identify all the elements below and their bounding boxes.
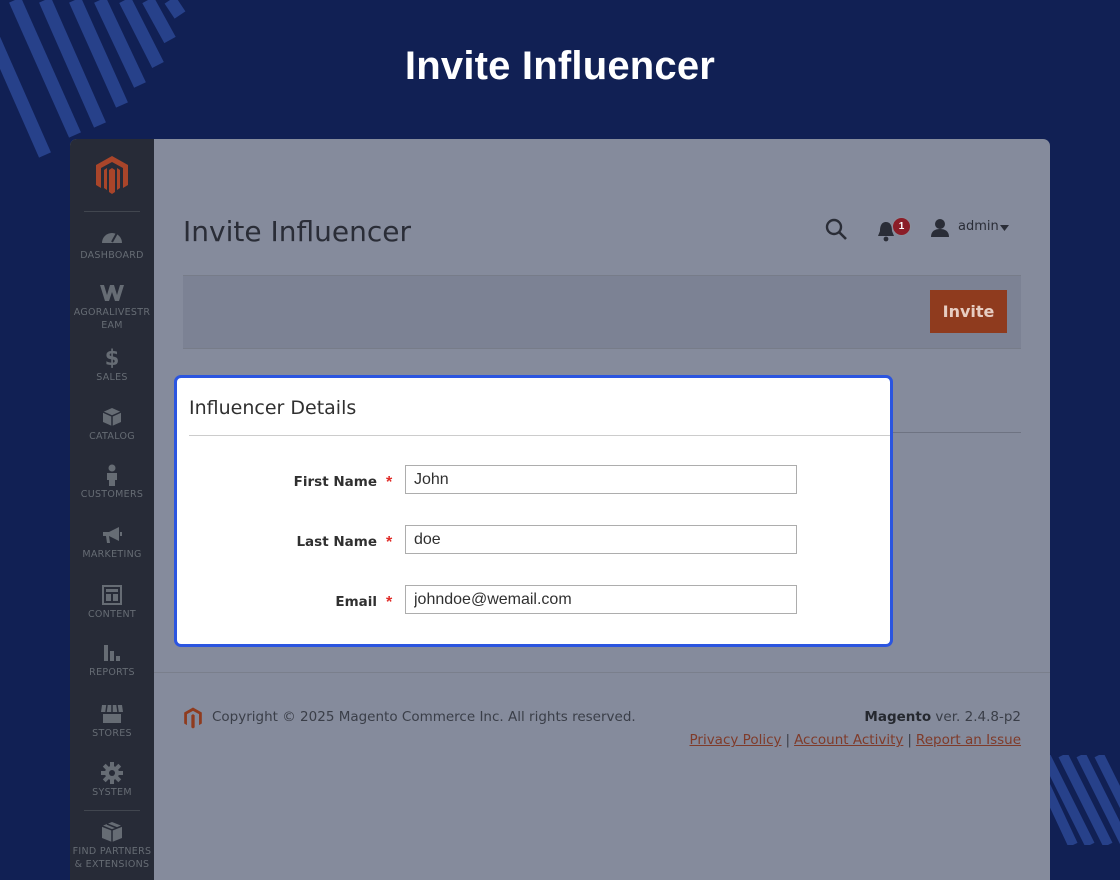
sidebar-item-label: DASHBOARD [80, 250, 144, 261]
section-title: Influencer Details [189, 397, 357, 419]
footer-brand: Magento [864, 709, 932, 725]
influencer-details-card: Influencer Details First Name * Last Nam… [174, 375, 893, 647]
user-icon[interactable] [930, 218, 950, 238]
required-marker: * [386, 594, 393, 611]
store-icon [70, 703, 154, 725]
sidebar-item-sales[interactable]: $ SALES [70, 346, 154, 384]
magento-logo[interactable] [95, 155, 129, 195]
footer-version: Magento ver. 2.4.8-p2 [864, 709, 1021, 725]
email-label: Email [335, 594, 377, 610]
sidebar-item-stores[interactable]: STORES [70, 703, 154, 740]
sidebar-item-label: MARKETING [82, 549, 142, 560]
footer-links: Privacy Policy | Account Activity | Report a… [689, 732, 1021, 748]
sidebar-item-label: STORES [92, 728, 132, 739]
sidebar-item-label: CONTENT [87, 609, 137, 620]
sidebar-item-dashboard[interactable]: DASHBOARD [70, 225, 154, 262]
megaphone-icon [70, 524, 154, 546]
sidebar-item-label: REPORTS [89, 667, 135, 678]
sidebar-item-label: AGORALIVESTR EAM [73, 307, 151, 331]
email-field[interactable] [405, 585, 797, 614]
box-icon [70, 821, 154, 843]
first-name-field[interactable] [405, 465, 797, 494]
sidebar-item-label: CUSTOMERS [80, 489, 144, 500]
report-issue-link[interactable]: Report an Issue [916, 732, 1021, 748]
footer-copyright: Copyright © 2025 Magento Commerce Inc. A… [212, 709, 636, 725]
sidebar-item-label: CATALOG [89, 431, 135, 442]
section-divider [189, 435, 890, 436]
agoralivestream-icon [70, 282, 154, 304]
sidebar-item-reports[interactable]: REPORTS [70, 642, 154, 679]
sidebar-item-label: FIND PARTNERS & EXTENSIONS [72, 846, 152, 870]
required-marker: * [386, 474, 393, 491]
footer-version-number: ver. 2.4.8-p2 [935, 709, 1021, 725]
sidebar-item-content[interactable]: CONTENT [70, 584, 154, 621]
sidebar-item-system[interactable]: SYSTEM [70, 762, 154, 799]
sidebar-item-catalog[interactable]: CATALOG [70, 406, 154, 443]
footer-link-separator: | [907, 732, 912, 748]
sidebar: DASHBOARD AGORALIVESTR EAM $ SALES CATAL… [70, 139, 154, 880]
first-name-label: First Name [293, 474, 377, 490]
sidebar-item-customers[interactable]: CUSTOMERS [70, 464, 154, 501]
gear-icon [70, 762, 154, 784]
sidebar-divider [84, 211, 140, 212]
last-name-field[interactable] [405, 525, 797, 554]
required-marker: * [386, 534, 393, 551]
sidebar-item-label: SALES [96, 372, 128, 383]
person-icon [70, 464, 154, 486]
invite-button[interactable]: Invite [930, 290, 1007, 333]
sidebar-item-agoralivestream[interactable]: AGORALIVESTR EAM [70, 282, 154, 332]
bar-chart-icon [70, 642, 154, 664]
last-name-label: Last Name [296, 534, 377, 550]
banner-title: Invite Influencer [404, 44, 716, 88]
page-title: Invite Influencer [183, 215, 411, 248]
layout-icon [70, 584, 154, 606]
user-menu-name[interactable]: admin [958, 219, 999, 234]
cube-icon [70, 406, 154, 428]
sidebar-item-find-partners[interactable]: FIND PARTNERS & EXTENSIONS [70, 821, 154, 871]
dollar-icon: $ [104, 346, 120, 370]
privacy-policy-link[interactable]: Privacy Policy [689, 732, 781, 748]
sidebar-item-label: SYSTEM [92, 787, 132, 798]
sidebar-divider [84, 810, 140, 811]
account-activity-link[interactable]: Account Activity [794, 732, 903, 748]
dashboard-icon [70, 225, 154, 247]
decorative-stripes [1045, 755, 1120, 845]
page-actions-bar: Invite [183, 275, 1021, 349]
search-icon[interactable] [824, 217, 848, 241]
footer-link-separator: | [785, 732, 791, 748]
notification-badge[interactable]: 1 [892, 217, 911, 236]
magento-logo-footer [184, 707, 202, 729]
sidebar-item-marketing[interactable]: MARKETING [70, 524, 154, 561]
chevron-down-icon[interactable] [1000, 225, 1009, 231]
footer-divider [154, 672, 1050, 673]
